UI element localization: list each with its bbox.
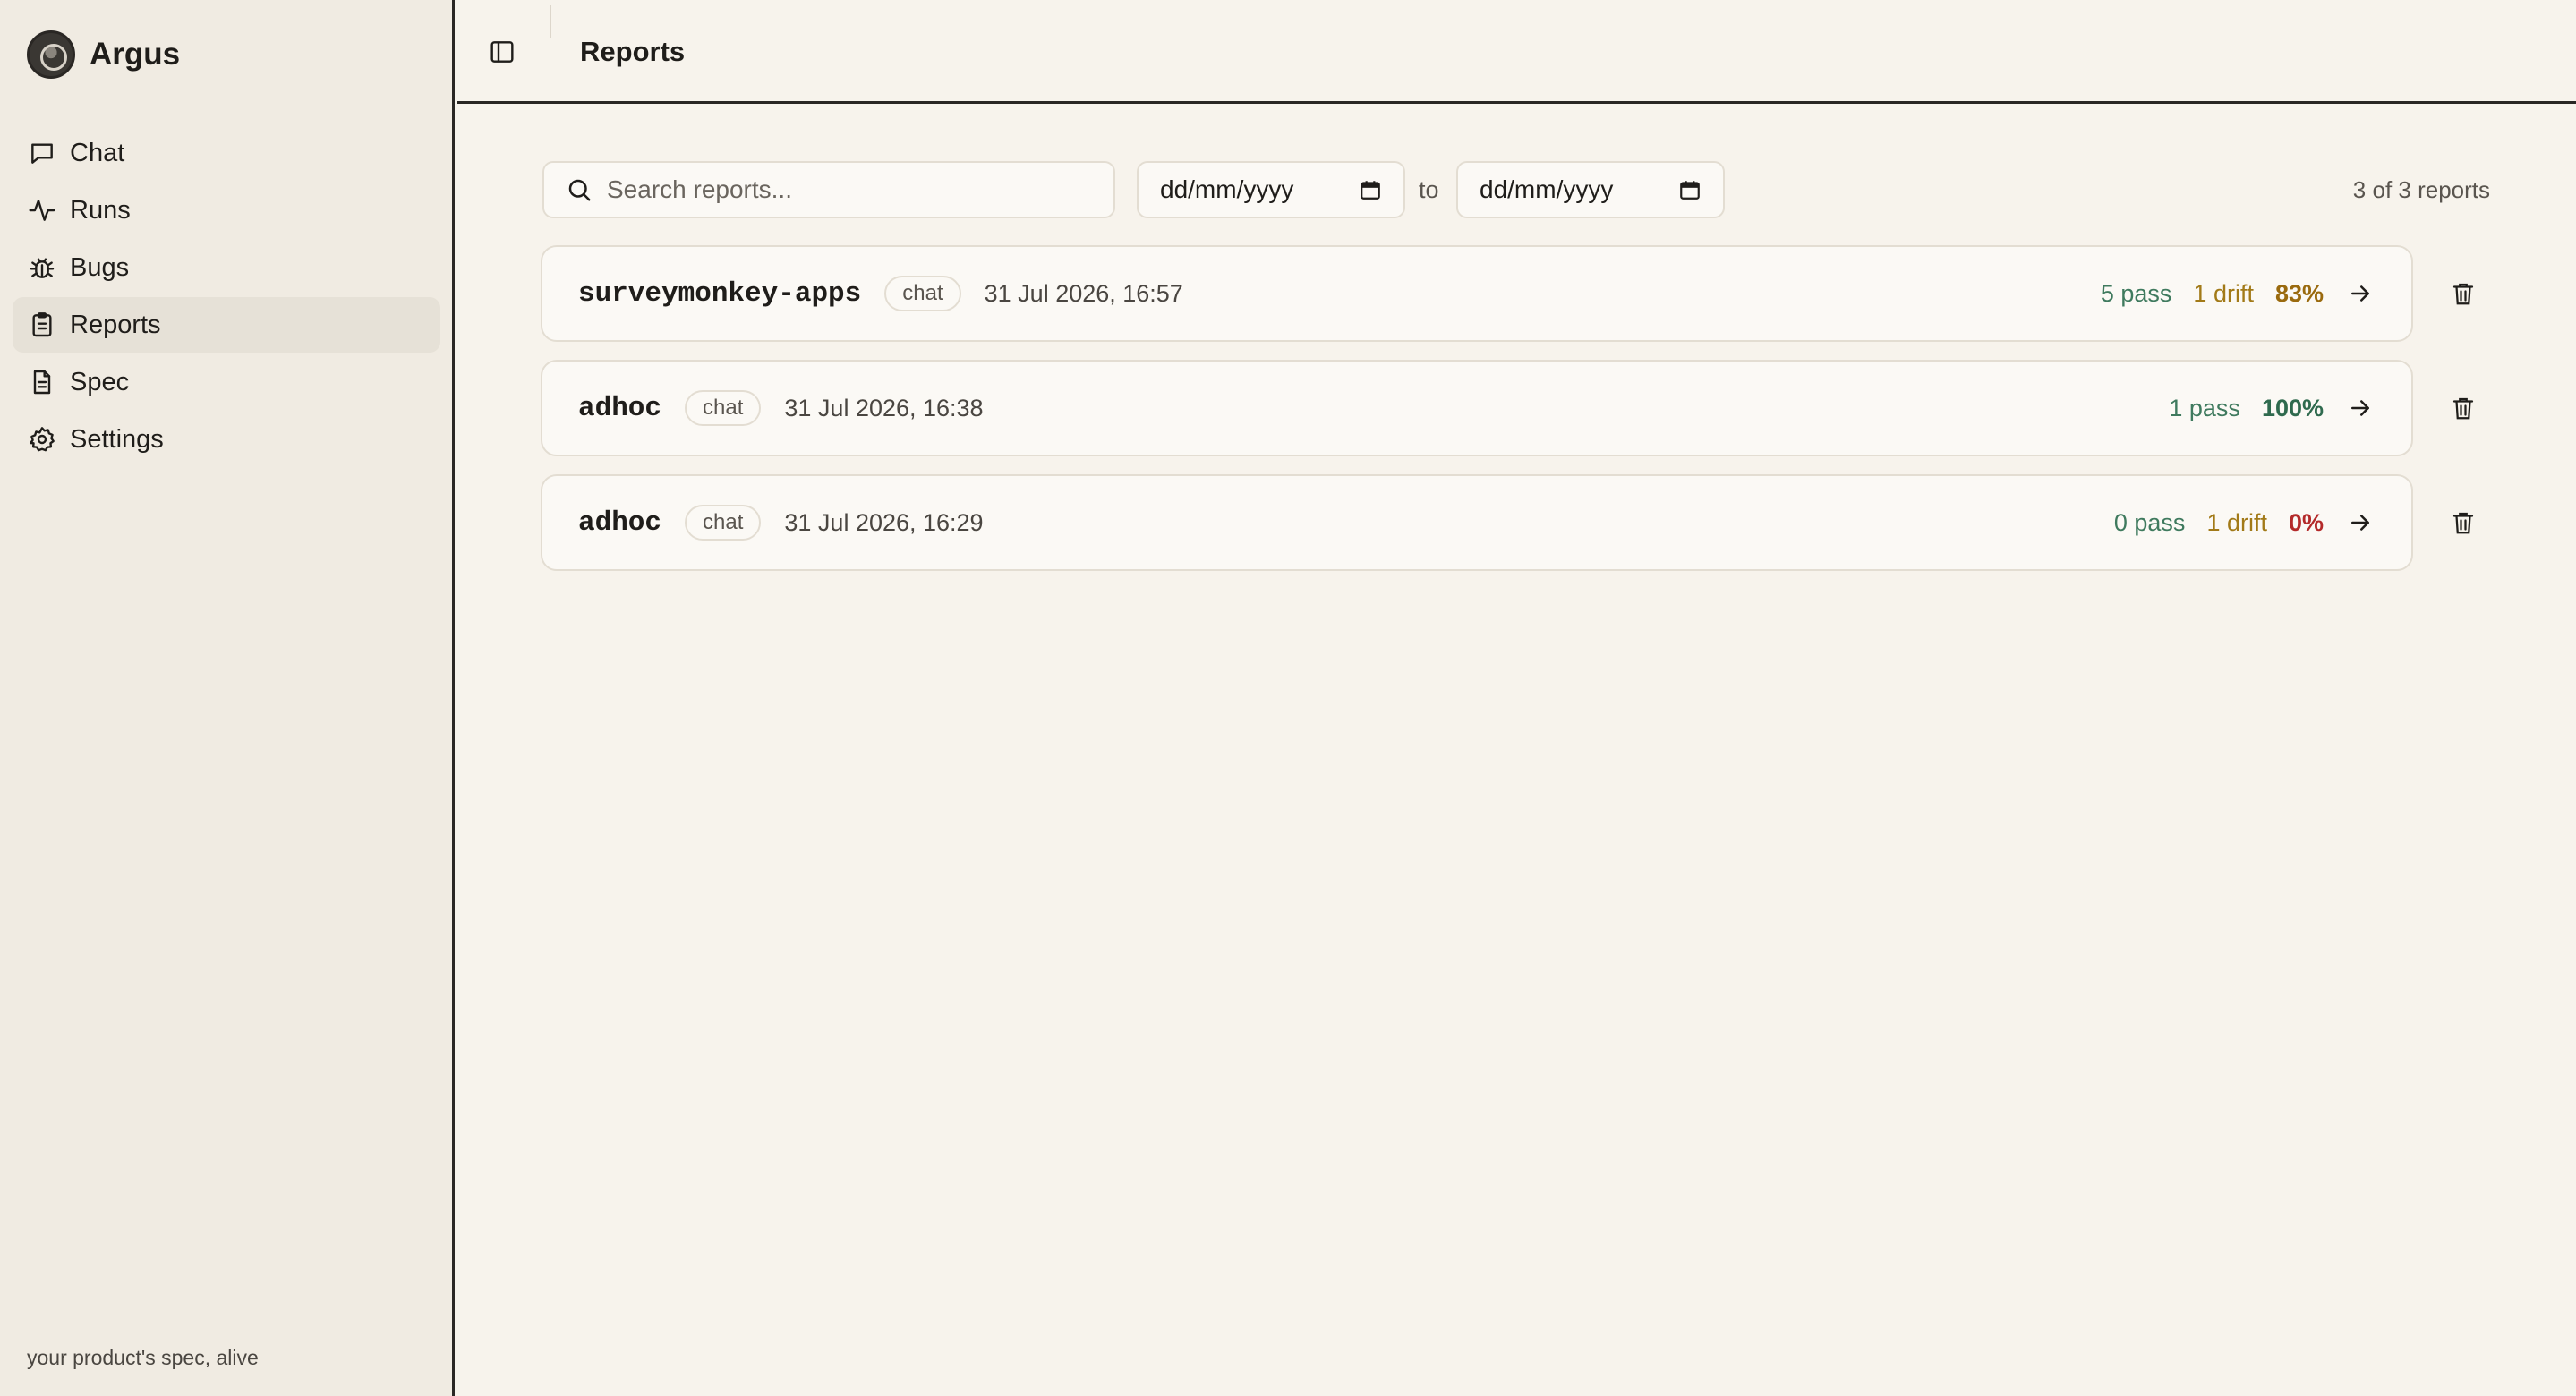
report-timestamp: 31 Jul 2026, 16:38: [784, 394, 984, 421]
top-header: Reports: [457, 0, 2576, 104]
pass-count: 0 pass: [2113, 508, 2186, 536]
report-list: surveymonkey-apps chat 31 Jul 2026, 16:5…: [541, 245, 2476, 589]
drift-count: 1 drift: [2193, 279, 2254, 307]
brand-name: Argus: [90, 37, 181, 72]
page-title: Reports: [580, 36, 686, 67]
calendar-icon[interactable]: [1678, 178, 1702, 201]
sidebar-item-bugs[interactable]: Bugs: [13, 240, 440, 295]
sidebar-item-runs[interactable]: Runs: [13, 183, 440, 238]
activity-icon: [27, 195, 57, 226]
report-row[interactable]: adhoc chat 31 Jul 2026, 16:29 0 pass 1 d…: [541, 474, 2413, 571]
report-row-wrapper: surveymonkey-apps chat 31 Jul 2026, 16:5…: [541, 245, 2476, 342]
arrow-right-icon: [2347, 394, 2376, 422]
report-row-wrapper: adhoc chat 31 Jul 2026, 16:38 1 pass 100…: [541, 360, 2476, 456]
sidebar-item-chat[interactable]: Chat: [13, 125, 440, 181]
search-box[interactable]: [542, 161, 1115, 218]
date-range-separator: to: [1419, 176, 1439, 203]
bug-icon: [27, 252, 57, 283]
sidebar-toggle-button[interactable]: [484, 34, 520, 70]
pass-percent: 83%: [2274, 279, 2324, 307]
sidebar-item-label: Runs: [70, 195, 131, 225]
report-name: surveymonkey-apps: [578, 277, 862, 310]
header-divider: [550, 5, 551, 38]
drift-count: 1 drift: [2206, 508, 2267, 536]
sidebar-item-label: Chat: [70, 138, 125, 167]
gear-icon: [27, 424, 57, 455]
chat-icon: [27, 138, 57, 168]
report-row[interactable]: surveymonkey-apps chat 31 Jul 2026, 16:5…: [541, 245, 2413, 342]
trash-icon: [2452, 283, 2474, 305]
sidebar-item-label: Bugs: [70, 252, 130, 282]
report-name: adhoc: [578, 392, 662, 424]
report-stats: 5 pass 1 drift 83%: [2101, 279, 2376, 308]
app-root: Argus Chat Runs Bugs Reports Spec Settin…: [0, 0, 2576, 1396]
pass-count: 1 pass: [2169, 394, 2240, 421]
report-type-badge: chat: [884, 276, 961, 311]
report-count: 3 of 3 reports: [2352, 176, 2490, 203]
arrow-right-icon: [2347, 279, 2376, 308]
date-from-placeholder: dd/mm/yyyy: [1160, 175, 1294, 203]
report-row-wrapper: adhoc chat 31 Jul 2026, 16:29 0 pass 1 d…: [541, 474, 2476, 571]
brand[interactable]: Argus: [27, 30, 180, 79]
sidebar-item-label: Reports: [70, 310, 161, 339]
search-input[interactable]: [607, 175, 1072, 204]
date-to-input[interactable]: dd/mm/yyyy: [1456, 161, 1725, 218]
trash-icon: [2452, 512, 2474, 534]
report-timestamp: 31 Jul 2026, 16:29: [784, 508, 984, 536]
clipboard-icon: [27, 310, 57, 340]
search-icon: [568, 179, 591, 201]
arrow-right-icon: [2347, 508, 2376, 537]
sidebar-item-label: Settings: [70, 424, 164, 454]
trash-icon: [2452, 397, 2474, 420]
sidebar-item-label: Spec: [70, 367, 130, 396]
argus-logo-icon: [27, 30, 75, 79]
pass-percent: 0%: [2288, 508, 2324, 536]
pass-percent: 100%: [2261, 394, 2324, 421]
date-to-placeholder: dd/mm/yyyy: [1480, 175, 1614, 203]
tagline: your product's spec, alive: [27, 1346, 259, 1369]
pass-count: 5 pass: [2100, 279, 2172, 307]
sidebar-nav: Chat Runs Bugs Reports Spec Settings: [13, 125, 440, 469]
report-type-badge: chat: [685, 505, 762, 541]
delete-report-button[interactable]: [2445, 505, 2481, 541]
sidebar-item-settings[interactable]: Settings: [13, 412, 440, 467]
sidebar: Argus Chat Runs Bugs Reports Spec Settin…: [0, 0, 455, 1396]
delete-report-button[interactable]: [2445, 390, 2481, 426]
report-name: adhoc: [578, 506, 662, 539]
report-stats: 1 pass 100%: [2169, 394, 2376, 422]
report-row[interactable]: adhoc chat 31 Jul 2026, 16:38 1 pass 100…: [541, 360, 2413, 456]
sidebar-toggle-icon: [490, 41, 514, 63]
delete-report-button[interactable]: [2445, 276, 2481, 311]
report-type-badge: chat: [685, 390, 762, 426]
report-timestamp: 31 Jul 2026, 16:57: [984, 279, 1183, 307]
calendar-icon[interactable]: [1359, 178, 1382, 201]
document-icon: [27, 367, 57, 397]
sidebar-item-reports[interactable]: Reports: [13, 297, 440, 353]
report-stats: 0 pass 1 drift 0%: [2114, 508, 2376, 537]
date-from-input[interactable]: dd/mm/yyyy: [1137, 161, 1405, 218]
sidebar-item-spec[interactable]: Spec: [13, 354, 440, 410]
